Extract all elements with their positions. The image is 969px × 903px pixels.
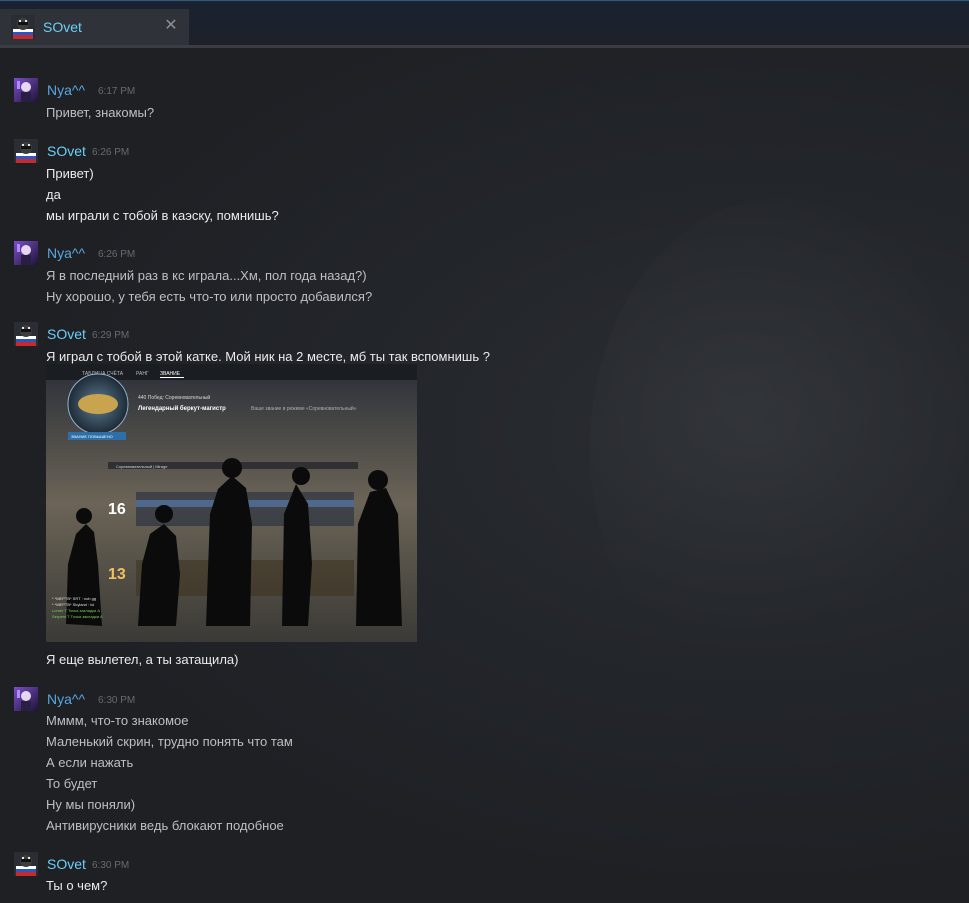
screenshot-tab: ЗВАНИЕ <box>160 371 181 377</box>
screenshot-rank-title: Легендарный беркут-магистр <box>138 405 226 412</box>
message-text: мы играли с тобой в каэску, помнишь? <box>46 208 279 223</box>
tab-sovet[interactable]: SOvet ✕ <box>0 9 189 46</box>
screenshot-rank-button: ЗВАНИЕ ПОВЫШЕНО <box>71 434 113 439</box>
message-text: да <box>46 187 61 202</box>
message-text: Ты о чем? <box>46 878 108 893</box>
message-text: Антивирусники ведь блокают подобное <box>46 818 284 833</box>
screenshot-chat-line: * *MEPTB* SRT : noh gg <box>52 596 96 601</box>
message-text: Ну хорошо, у тебя есть что-то или просто… <box>46 289 373 304</box>
message-text: Я в последний раз в кс играла...Хм, пол … <box>46 268 367 283</box>
screenshot-image: ТАБЛИЦА СЧЁТА РАНГ ЗВАНИЕ ЗВАНИЕ ПОВЫШЕН… <box>46 364 417 642</box>
message-timestamp: 6:29 PM <box>92 330 130 341</box>
chat-history[interactable]: Nya^^ 6:17 PM Привет, знакомы? SOvet 6:2… <box>0 48 969 903</box>
message-timestamp: 6:26 PM <box>92 147 130 158</box>
sovet-avatar-icon <box>14 852 38 876</box>
screenshot-score-ct: 16 <box>108 501 126 518</box>
screenshot-score-t: 13 <box>108 566 126 583</box>
author-name[interactable]: SOvet <box>47 326 86 342</box>
chat-window-titlebar: SOvet ✕ <box>0 0 969 49</box>
nya-avatar-icon <box>14 687 38 711</box>
message-timestamp: 6:26 PM <box>98 249 136 260</box>
tab-title: SOvet <box>43 19 82 35</box>
nya-avatar-icon <box>14 78 38 102</box>
screenshot-rank-subtitle: Ваше звание в режиме «Соревновательный» <box>251 405 357 412</box>
message-text: Маленький скрин, трудно понять что там <box>46 734 293 749</box>
message-text: Я еще вылетел, а ты затащила) <box>46 652 239 667</box>
screenshot-wins: 440 Побед: Соревновательный <box>138 394 210 401</box>
screenshot-chat-line: Serpent Т Точка закладки А <box>52 614 103 619</box>
message-text: Ну мы поняли) <box>46 797 136 812</box>
sovet-avatar-icon <box>11 15 35 39</box>
screenshot-tab: РАНГ <box>136 371 149 377</box>
message-text: То будет <box>46 776 98 791</box>
sovet-avatar-icon <box>14 322 38 346</box>
screenshot-chat-line: Lomer Т Точка закладки А <box>52 608 100 613</box>
screenshot-mode: Соревновательный | Mirage <box>116 464 168 469</box>
background-watermark <box>590 198 969 698</box>
author-name[interactable]: SOvet <box>47 143 86 159</box>
message-timestamp: 6:17 PM <box>98 86 136 97</box>
sovet-avatar-icon <box>14 139 38 163</box>
nya-avatar-icon <box>14 241 38 265</box>
screenshot-thumbnail[interactable]: ТАБЛИЦА СЧЁТА РАНГ ЗВАНИЕ ЗВАНИЕ ПОВЫШЕН… <box>46 364 417 642</box>
author-name[interactable]: Nya^^ <box>47 245 85 261</box>
author-name[interactable]: SOvet <box>47 856 86 872</box>
author-name[interactable]: Nya^^ <box>47 82 85 98</box>
close-icon[interactable]: ✕ <box>163 18 179 34</box>
message-text: А если нажать <box>46 755 134 770</box>
message-timestamp: 6:30 PM <box>92 860 130 871</box>
message-text: Я играл с тобой в этой катке. Мой ник на… <box>46 349 490 364</box>
message-text: Привет, знакомы? <box>46 105 155 120</box>
message-timestamp: 6:30 PM <box>98 695 136 706</box>
message-text: Мммм, что-то знакомое <box>46 713 189 728</box>
screenshot-chat-line: * *MEPTB* Skyland : lol <box>52 602 94 607</box>
message-text: Привет) <box>46 166 94 181</box>
author-name[interactable]: Nya^^ <box>47 691 85 707</box>
